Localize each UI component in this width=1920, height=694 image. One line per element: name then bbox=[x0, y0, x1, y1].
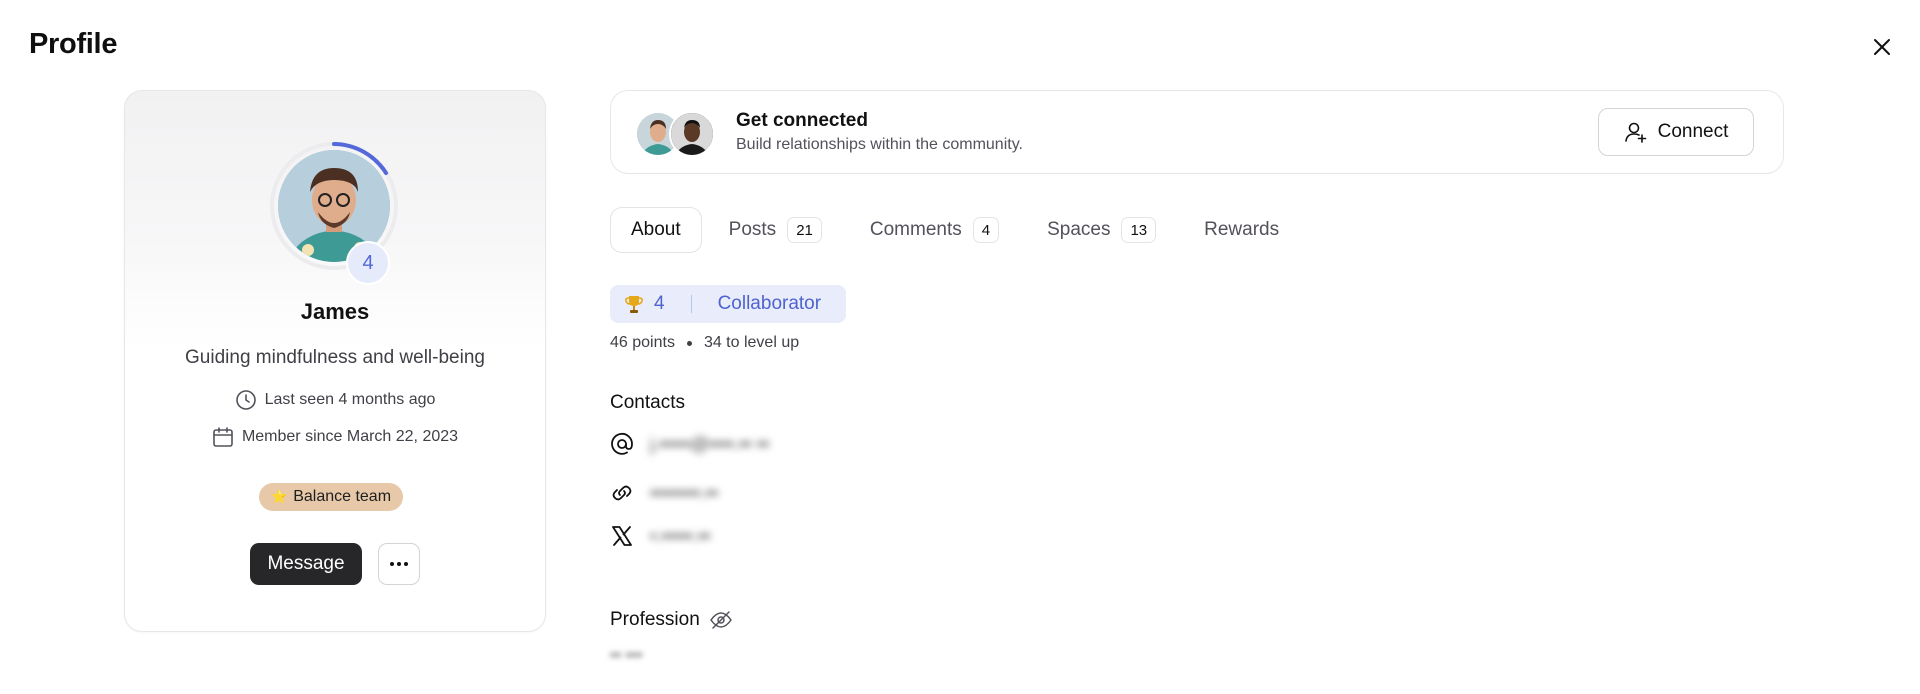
tab-count: 13 bbox=[1121, 217, 1157, 243]
profession-label: Profession bbox=[610, 609, 700, 630]
user-bio: Guiding mindfulness and well-being bbox=[185, 347, 485, 368]
tab-label: About bbox=[631, 219, 681, 240]
level-pill[interactable]: 4 Collaborator bbox=[610, 285, 846, 323]
connect-banner: Get connected Build relationships within… bbox=[610, 90, 1784, 174]
message-button[interactable]: Message bbox=[250, 543, 362, 585]
points-text: 46 points bbox=[610, 334, 675, 351]
avatar-image bbox=[671, 113, 713, 155]
tab-count: 4 bbox=[972, 217, 1000, 243]
tab-about[interactable]: About bbox=[610, 207, 702, 253]
tab-spaces[interactable]: Spaces 13 bbox=[1047, 207, 1157, 253]
level-badge: 4 bbox=[346, 241, 390, 285]
close-button[interactable] bbox=[1869, 34, 1895, 60]
more-horizontal-icon bbox=[390, 562, 408, 566]
at-sign-icon bbox=[611, 432, 633, 455]
more-options-button[interactable] bbox=[378, 543, 420, 585]
team-badge-label: Balance team bbox=[293, 488, 392, 505]
profession-value: •• ••• bbox=[610, 647, 643, 664]
x-twitter-icon bbox=[612, 526, 632, 546]
mini-avatar-2 bbox=[669, 111, 715, 157]
eye-off-icon bbox=[709, 611, 732, 629]
last-seen-row: Last seen 4 months ago bbox=[125, 389, 545, 411]
close-icon bbox=[1874, 39, 1890, 55]
tab-rewards[interactable]: Rewards bbox=[1204, 207, 1279, 253]
tab-comments[interactable]: Comments 4 bbox=[869, 207, 1000, 253]
calendar-icon bbox=[213, 427, 233, 447]
page-title: Profile bbox=[29, 28, 118, 60]
level-up-text: 34 to level up bbox=[703, 334, 800, 351]
tab-label: Posts bbox=[728, 219, 777, 240]
star-icon: ⭐ bbox=[271, 489, 288, 504]
level-separator bbox=[690, 295, 692, 313]
connect-button[interactable]: Connect bbox=[1598, 108, 1754, 156]
last-seen-text: Last seen 4 months ago bbox=[264, 391, 436, 408]
tab-label: Comments bbox=[869, 219, 962, 240]
level-value: 4 bbox=[654, 293, 665, 314]
clock-icon bbox=[235, 390, 256, 410]
profession-title: Profession bbox=[610, 609, 732, 631]
connect-button-label: Connect bbox=[1657, 121, 1729, 142]
twitter-value: •.•••••.•• bbox=[650, 525, 711, 546]
contact-email[interactable]: j.•••••@••••.•• •• bbox=[610, 432, 769, 456]
team-badge[interactable]: ⭐ Balance team bbox=[259, 483, 404, 511]
link-icon bbox=[612, 485, 632, 501]
tab-posts[interactable]: Posts 21 bbox=[729, 207, 822, 253]
user-name: James bbox=[300, 299, 370, 324]
dot-separator bbox=[686, 340, 692, 346]
profile-card: 4 James Guiding mindfulness and well-bei… bbox=[124, 90, 546, 632]
connect-subtitle: Build relationships within the community… bbox=[736, 136, 1023, 153]
tab-count: 21 bbox=[787, 217, 822, 243]
member-since-text: Member since March 22, 2023 bbox=[241, 428, 459, 445]
contact-twitter[interactable]: •.•••••.•• bbox=[610, 524, 710, 548]
tab-label: Spaces bbox=[1047, 219, 1111, 240]
website-value: ••••••••.•• bbox=[650, 482, 719, 503]
connect-title: Get connected bbox=[736, 110, 868, 131]
tab-label: Rewards bbox=[1204, 219, 1280, 240]
contacts-title: Contacts bbox=[610, 392, 685, 413]
points-row: 46 points 34 to level up bbox=[610, 334, 799, 352]
profile-tabs: About Posts 21 Comments 4 Spaces 13 Rewa… bbox=[610, 206, 1279, 254]
contact-website[interactable]: ••••••••.•• bbox=[610, 481, 718, 505]
trophy-icon bbox=[624, 294, 644, 314]
user-plus-icon bbox=[1624, 122, 1646, 143]
level-rank: Collaborator bbox=[717, 293, 822, 314]
member-since-row: Member since March 22, 2023 bbox=[125, 426, 545, 448]
email-value: j.•••••@••••.•• •• bbox=[650, 433, 770, 454]
